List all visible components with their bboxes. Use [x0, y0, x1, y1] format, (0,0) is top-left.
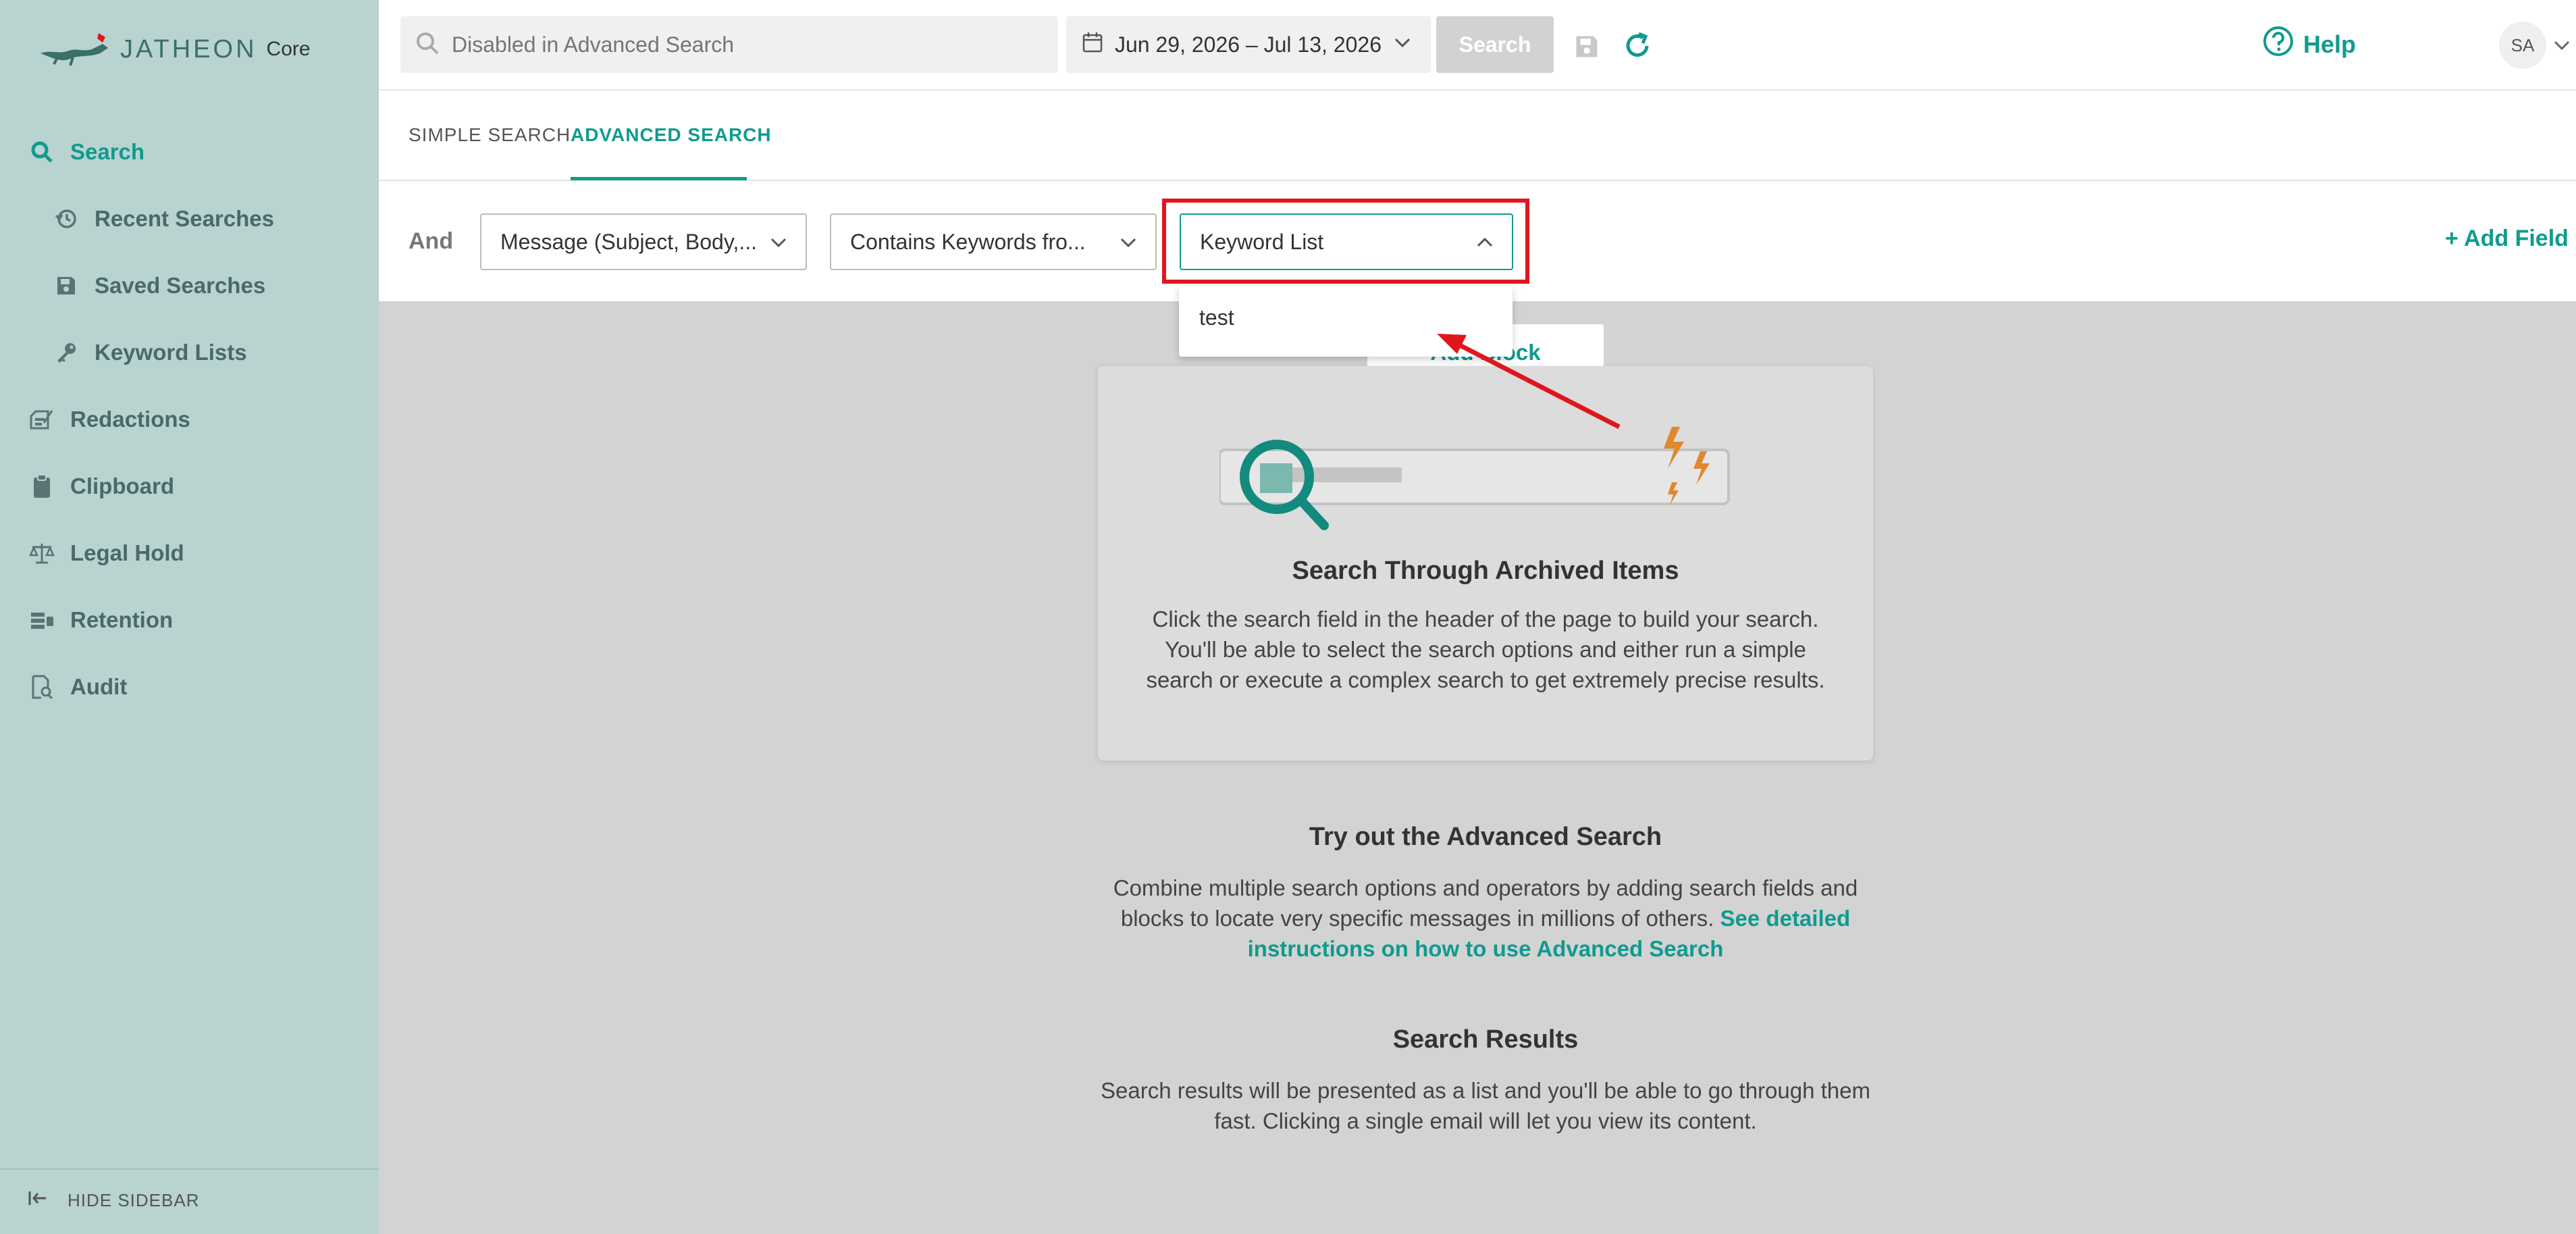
help-label: Help — [2303, 30, 2357, 58]
field-select-value: Message (Subject, Body,... — [500, 229, 758, 254]
header: Jun 29, 2026 – Jul 13, 2026 Search Help … — [379, 0, 2576, 91]
search-icon — [28, 138, 55, 165]
sidebar-item-label: Retention — [70, 607, 174, 632]
card-title: Search Through Archived Items — [1292, 557, 1679, 585]
search-button[interactable]: Search — [1436, 16, 1554, 73]
sidebar-item-label: Keyword Lists — [95, 340, 247, 365]
condition-select-value: Contains Keywords fro... — [850, 229, 1086, 254]
sidebar-item-label: Saved Searches — [95, 273, 266, 298]
sidebar-item-label: Audit — [70, 674, 128, 699]
sidebar-item-label: Legal Hold — [70, 540, 184, 565]
sidebar-item-label: Search — [70, 139, 145, 164]
search-tabs: SIMPLE SEARCH ADVANCED SEARCH — [379, 91, 2576, 181]
sidebar-item-label: Clipboard — [70, 473, 174, 498]
info-card: Search Through Archived Items Click the … — [1098, 366, 1873, 761]
collapse-icon — [28, 1190, 47, 1211]
search-input[interactable] — [452, 32, 1032, 57]
refresh-icon[interactable] — [1623, 31, 1652, 64]
sidebar-item-search[interactable]: Search — [28, 128, 144, 176]
calendar-icon — [1082, 31, 1103, 58]
key-icon — [53, 339, 80, 366]
save-search-icon[interactable] — [1574, 34, 1600, 63]
search-results-title: Search Results — [1392, 1025, 1579, 1054]
sidebar-item-redactions[interactable]: Redactions — [28, 396, 190, 443]
help-link[interactable]: Help — [2263, 26, 2356, 63]
dropdown-option[interactable]: test — [1199, 305, 1234, 330]
sidebar-item-keyword-lists[interactable]: Keyword Lists — [53, 329, 247, 376]
sidebar-item-saved-searches[interactable]: Saved Searches — [53, 262, 265, 309]
search-results-text: Search results will be presented as a li… — [1101, 1078, 1870, 1133]
add-field-button[interactable]: + Add Field — [2445, 226, 2569, 252]
advanced-search-title: Try out the Advanced Search — [1309, 823, 1662, 851]
scale-icon — [28, 540, 55, 567]
tab-advanced-search[interactable]: ADVANCED SEARCH — [571, 124, 772, 146]
history-icon — [53, 205, 80, 232]
query-builder: And Message (Subject, Body,... Contains … — [379, 181, 2576, 301]
retention-icon — [28, 607, 55, 634]
sidebar-item-label: Recent Searches — [95, 206, 274, 231]
date-range-picker[interactable]: Jun 29, 2026 – Jul 13, 2026 — [1066, 16, 1431, 73]
sidebar-item-label: Redactions — [70, 407, 190, 432]
chevron-down-icon — [1119, 232, 1138, 257]
search-illustration-icon — [1219, 427, 1730, 530]
advanced-search-text: Combine multiple search options and oper… — [1098, 873, 1873, 964]
hide-sidebar-label: HIDE SIDEBAR — [68, 1190, 200, 1210]
sidebar-item-legal-hold[interactable]: Legal Hold — [28, 530, 184, 577]
condition-select[interactable]: Contains Keywords fro... — [830, 213, 1157, 270]
date-range-value: Jun 29, 2026 – Jul 13, 2026 — [1115, 32, 1382, 57]
audit-icon — [28, 673, 55, 700]
chevron-down-icon — [1393, 32, 1412, 57]
annotation-highlight-box — [1162, 199, 1529, 284]
card-text: Click the search field in the header of … — [1146, 607, 1825, 692]
sidebar: JATHEON Core Search Recent Searches Save… — [0, 0, 379, 1234]
redaction-icon — [28, 406, 55, 433]
search-icon — [415, 31, 440, 59]
operator-label[interactable]: And — [409, 228, 453, 255]
tab-simple-search[interactable]: SIMPLE SEARCH — [409, 124, 571, 146]
active-tab-indicator — [571, 177, 747, 180]
logo[interactable]: JATHEON Core — [38, 26, 311, 73]
logo-text: JATHEON — [120, 34, 257, 63]
chevron-down-icon — [769, 232, 788, 257]
logo-product: Core — [266, 38, 311, 60]
sidebar-item-recent-searches[interactable]: Recent Searches — [53, 195, 274, 242]
search-box[interactable] — [400, 16, 1058, 73]
dragon-logo-icon — [41, 33, 108, 66]
main-content: Add Block Search Through Archived Items … — [379, 301, 2576, 1234]
sidebar-item-retention[interactable]: Retention — [28, 596, 173, 644]
save-icon — [53, 272, 80, 299]
chevron-down-icon[interactable] — [2553, 39, 2571, 56]
keyword-list-dropdown: test — [1179, 286, 1513, 357]
hide-sidebar-button[interactable]: HIDE SIDEBAR — [28, 1190, 200, 1211]
sidebar-item-clipboard[interactable]: Clipboard — [28, 463, 174, 510]
clipboard-icon — [28, 473, 55, 500]
help-icon — [2263, 26, 2294, 63]
sidebar-item-audit[interactable]: Audit — [28, 663, 127, 711]
field-select[interactable]: Message (Subject, Body,... — [480, 213, 807, 270]
sidebar-divider — [0, 1168, 379, 1170]
avatar[interactable]: SA — [2499, 22, 2546, 69]
